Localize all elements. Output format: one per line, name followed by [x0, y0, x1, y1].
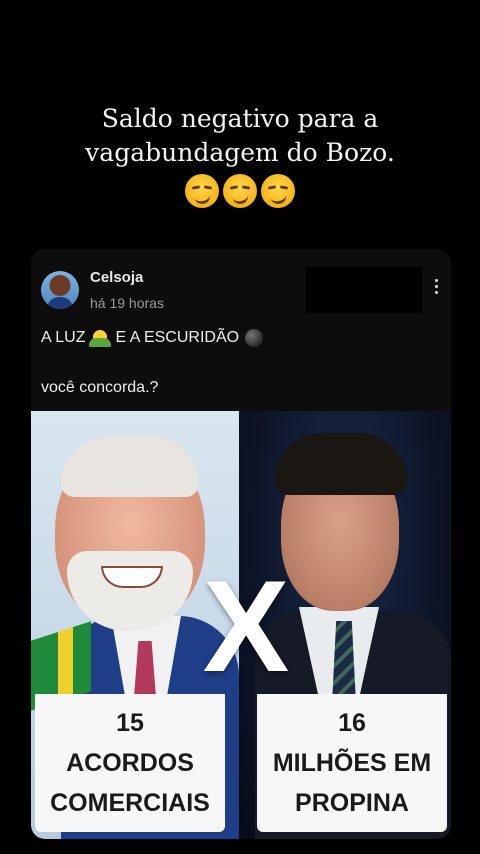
left-stat-line-2: COMERCIAIS — [50, 789, 210, 817]
overlay-caption: Saldo negativo para a vagabundagem do Bo… — [0, 102, 480, 208]
avatar[interactable] — [41, 271, 79, 309]
more-options-icon[interactable] — [429, 279, 443, 294]
caption-line-2: vagabundagem do Bozo. — [85, 138, 395, 167]
post-image[interactable]: X 15 ACORDOS COMERCIAIS 16 MILHÕES EM PR… — [31, 411, 451, 839]
dark-circle-icon — [245, 329, 264, 347]
post-text-part-1: A LUZ — [41, 329, 86, 346]
author-name[interactable]: Celsoja — [90, 269, 143, 286]
post-question: você concorda.? — [41, 379, 159, 396]
left-stat-line-1: ACORDOS — [66, 749, 194, 777]
right-person-hair — [275, 433, 407, 495]
smirking-face-icon — [261, 174, 295, 208]
right-stat-line-1: MILHÕES EM — [272, 749, 432, 777]
sunrise-icon — [89, 329, 112, 347]
right-stat-number: 16 — [338, 709, 366, 737]
post-text-part-2: E A ESCURIDÃO — [115, 329, 240, 346]
emoji-row — [0, 174, 480, 208]
right-stat-line-2: PROPINA — [295, 789, 409, 817]
smirking-face-icon — [223, 174, 257, 208]
post-text: A LUZ E A ESCURIDÃO — [41, 329, 264, 347]
left-stat-panel: 15 ACORDOS COMERCIAIS — [35, 694, 225, 832]
post-timestamp: há 19 horas — [90, 295, 164, 311]
smirking-face-icon — [185, 174, 219, 208]
right-stat-panel: 16 MILHÕES EM PROPINA — [257, 694, 447, 832]
versus-mark: X — [202, 553, 290, 699]
left-stat-number: 15 — [116, 709, 144, 737]
redacted-area — [306, 267, 422, 313]
caption-line-1: Saldo negativo para a — [101, 104, 379, 133]
post-card: Celsoja há 19 horas A LUZ E A ESCURIDÃO … — [31, 249, 451, 839]
left-person-hair — [61, 437, 199, 497]
